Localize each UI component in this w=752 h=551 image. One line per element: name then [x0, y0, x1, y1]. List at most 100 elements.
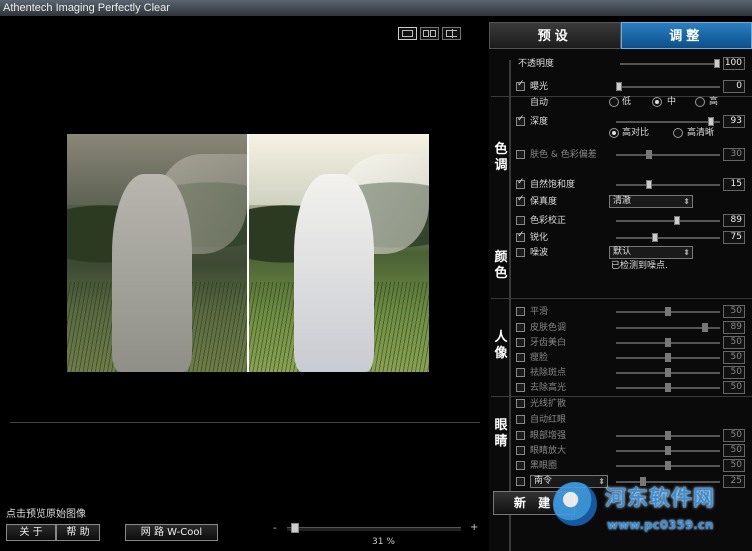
tab-presets[interactable]: 预设 [489, 22, 621, 49]
exposure-slider[interactable] [616, 82, 720, 91]
skin-tone-value[interactable]: 89 [723, 321, 745, 334]
depth-slider-thumb[interactable] [708, 117, 714, 126]
help-button[interactable]: 帮 助 [56, 524, 100, 541]
about-button[interactable]: 关 于 [6, 524, 56, 541]
teeth-whiten-slider[interactable] [616, 338, 720, 347]
image-preview[interactable] [67, 134, 429, 372]
sharpen-slider-thumb[interactable] [652, 233, 658, 242]
depth-checkbox[interactable] [516, 114, 525, 126]
eye-enlarge-slider-thumb[interactable] [665, 446, 671, 455]
natural-saturation-slider-thumb[interactable] [646, 180, 652, 189]
remove-shine-slider-thumb[interactable] [665, 383, 671, 392]
dark-circles-slider[interactable] [616, 461, 720, 470]
eye-enlarge-row: 眼睛放大 50 [515, 444, 747, 458]
noise-label: 噪波 [530, 248, 549, 258]
status-text: 点击预览原始图像 [6, 509, 86, 520]
eye-enhance-slider-thumb[interactable] [665, 431, 671, 440]
dark-circles-checkbox[interactable] [516, 461, 525, 470]
skin-color-bias-label: 肤色 & 色彩偏差 [530, 150, 597, 160]
color-correction-slider-thumb[interactable] [674, 216, 680, 225]
smooth-checkbox[interactable] [516, 307, 525, 316]
color-correction-slider[interactable] [616, 216, 720, 225]
opacity-slider-thumb[interactable] [714, 59, 720, 68]
face-slim-value[interactable]: 50 [723, 351, 745, 364]
noise-checkbox[interactable] [516, 248, 525, 257]
sharpen-slider[interactable] [616, 233, 720, 242]
auto-redeye-checkbox[interactable] [516, 415, 525, 424]
sharpen-checkbox[interactable] [516, 230, 525, 242]
skin-color-bias-slider[interactable] [616, 150, 720, 159]
skin-tone-slider[interactable] [616, 323, 720, 332]
noise-detected-note: 已检测到噪点. [611, 261, 668, 271]
dark-circles-slider-thumb[interactable] [665, 461, 671, 470]
eye-enhance-slider[interactable] [616, 431, 720, 440]
skin-tone-slider-thumb[interactable] [702, 323, 708, 332]
tab-adjust[interactable]: 调整 [620, 22, 752, 49]
teeth-whiten-checkbox[interactable] [516, 338, 525, 347]
after-photo[interactable] [249, 134, 429, 372]
zoom-slider[interactable] [287, 527, 461, 531]
website-button[interactable]: 网 路 W-Cool [125, 524, 218, 541]
eye-enlarge-checkbox[interactable] [516, 446, 525, 455]
auto-high-radio[interactable] [695, 97, 705, 107]
noise-note-row: 已检测到噪点. [515, 260, 747, 274]
eye-enhance-checkbox[interactable] [516, 431, 525, 440]
remove-shine-checkbox[interactable] [516, 383, 525, 392]
teeth-whiten-value[interactable]: 50 [723, 336, 745, 349]
opacity-slider[interactable] [620, 59, 720, 68]
remove-blemish-checkbox[interactable] [516, 368, 525, 377]
depth-high-clarity-radio[interactable] [673, 128, 683, 138]
style-checkbox[interactable] [516, 477, 525, 486]
single-view-button[interactable] [398, 27, 417, 40]
zoom-out-icon[interactable]: - [273, 523, 277, 534]
side-by-side-view-button[interactable] [420, 27, 439, 40]
depth-slider[interactable] [616, 117, 720, 126]
eye-enlarge-slider[interactable] [616, 446, 720, 455]
face-slim-checkbox[interactable] [516, 353, 525, 362]
color-correction-checkbox[interactable] [516, 216, 525, 225]
natural-saturation-value[interactable]: 15 [723, 178, 745, 191]
auto-low-radio[interactable] [609, 97, 619, 107]
face-slim-slider-thumb[interactable] [665, 353, 671, 362]
ray-expand-checkbox[interactable] [516, 399, 525, 408]
zoom-slider-thumb[interactable] [291, 523, 299, 533]
remove-blemish-slider-thumb[interactable] [665, 368, 671, 377]
auto-mid-radio[interactable] [652, 97, 662, 107]
noise-dropdown[interactable]: 默认 ⬍ [609, 246, 693, 259]
color-correction-value[interactable]: 89 [723, 214, 745, 227]
opacity-value[interactable]: 100 [723, 57, 745, 70]
smooth-label: 平滑 [530, 307, 549, 317]
exposure-value[interactable]: 0 [723, 80, 745, 93]
eye-enhance-value[interactable]: 50 [723, 429, 745, 442]
remove-blemish-label: 祛除斑点 [530, 368, 567, 378]
remove-blemish-slider[interactable] [616, 368, 720, 377]
remove-blemish-value[interactable]: 50 [723, 366, 745, 379]
smooth-slider[interactable] [616, 307, 720, 316]
eye-enlarge-value[interactable]: 50 [723, 444, 745, 457]
zoom-in-icon[interactable]: + [470, 522, 478, 533]
fidelity-dropdown[interactable]: 清澈 ⬍ [609, 195, 693, 208]
natural-saturation-slider[interactable] [616, 180, 720, 189]
exposure-slider-thumb[interactable] [616, 82, 622, 91]
sharpen-value[interactable]: 75 [723, 231, 745, 244]
skin-color-bias-value[interactable]: 30 [723, 148, 745, 161]
skin-tone-checkbox[interactable] [516, 323, 525, 332]
split-view-button[interactable] [442, 27, 461, 40]
skin-color-bias-checkbox[interactable] [516, 150, 525, 159]
skin-color-bias-slider-thumb[interactable] [646, 150, 652, 159]
natural-saturation-checkbox[interactable] [516, 177, 525, 189]
face-slim-slider[interactable] [616, 353, 720, 362]
fidelity-checkbox[interactable] [516, 194, 525, 206]
before-photo[interactable] [67, 134, 247, 372]
teeth-whiten-slider-thumb[interactable] [665, 338, 671, 347]
color-correction-label: 色彩校正 [530, 216, 567, 226]
remove-shine-value[interactable]: 50 [723, 381, 745, 394]
eye-enlarge-label: 眼睛放大 [530, 446, 567, 456]
depth-high-contrast-radio[interactable] [609, 128, 619, 138]
dark-circles-label: 黑眼圈 [530, 461, 558, 471]
dark-circles-value[interactable]: 50 [723, 459, 745, 472]
exposure-checkbox[interactable] [516, 79, 525, 91]
smooth-slider-thumb[interactable] [665, 307, 671, 316]
remove-shine-slider[interactable] [616, 383, 720, 392]
smooth-value[interactable]: 50 [723, 305, 745, 318]
